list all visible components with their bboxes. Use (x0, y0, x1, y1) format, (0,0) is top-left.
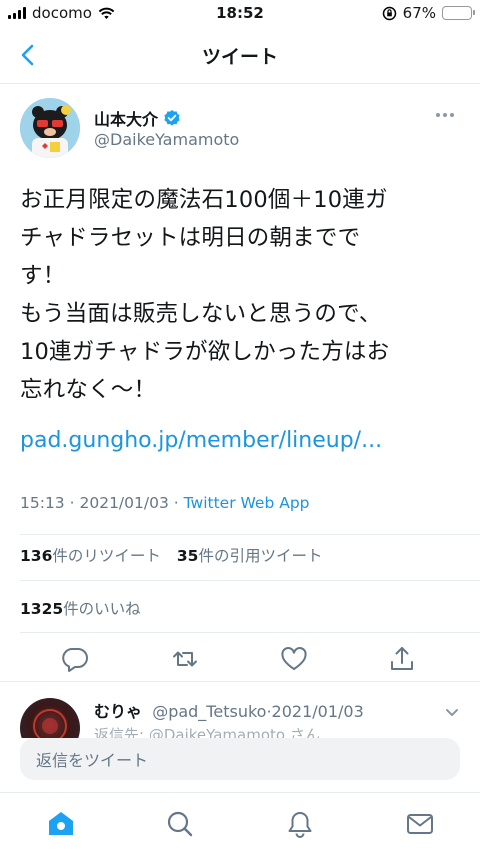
divider (20, 534, 480, 535)
tweet-actions (0, 638, 480, 678)
reply-handle[interactable]: @pad_Tetsuko (152, 702, 266, 721)
verified-badge-icon (164, 110, 180, 126)
share-icon[interactable] (387, 644, 417, 674)
tweet-source[interactable]: Twitter Web App (184, 494, 310, 512)
author-name: 山本大介 (94, 110, 159, 129)
tweet-time: 15:13 (20, 494, 65, 512)
author-name-row[interactable]: 山本大介 (94, 106, 181, 130)
retweets-stat[interactable]: 136件のリツイート (20, 544, 161, 566)
tweet-author: 山本大介 @DaikeYamamoto (20, 98, 460, 160)
quotes-label: 件の引用ツイート (198, 547, 323, 565)
notifications-icon[interactable] (285, 809, 315, 839)
reply-input-placeholder: 返信をツイート (36, 751, 149, 770)
tweet-link[interactable]: pad.gungho.jp/member/lineup/... (20, 428, 382, 453)
retweet-icon[interactable] (170, 644, 200, 674)
divider (20, 580, 480, 581)
status-right: 67% (382, 4, 475, 22)
likes-count: 1325 (20, 600, 64, 618)
reply-avatar[interactable] (20, 698, 80, 738)
page-title: ツイート (201, 46, 278, 68)
orientation-lock-icon (382, 6, 396, 20)
tweet-text: お正月限定の魔法石100個＋10連ガ チャドラセットは明日の朝までで す！ もう… (20, 187, 390, 403)
reply-date: 2021/01/03 (271, 702, 364, 721)
chevron-down-icon[interactable] (444, 704, 460, 720)
retweets-count: 136 (20, 547, 53, 565)
avatar[interactable] (20, 98, 80, 158)
battery-icon (442, 6, 475, 20)
avatar-image (20, 98, 80, 158)
more-options-icon[interactable] (436, 108, 460, 122)
retweet-stats: 136件のリツイート 35件の引用ツイート (20, 544, 322, 566)
reply-composer[interactable]: 返信をツイート (20, 738, 460, 780)
likes-label: 件のいいね (63, 600, 141, 618)
reply-preview[interactable]: むりゃ @pad_Tetsuko·2021/01/03 返信先: @DaikeY… (20, 690, 480, 738)
likes-stats: 1325件のいいね (20, 597, 141, 619)
author-handle[interactable]: @DaikeYamamoto (94, 130, 239, 149)
tweet-meta: 15:13 · 2021/01/03 · Twitter Web App (20, 494, 310, 512)
quotes-stat[interactable]: 35件の引用ツイート (177, 544, 323, 566)
reply-avatar-image (33, 709, 67, 738)
meta-separator-2: · (173, 494, 179, 512)
reply-author-name[interactable]: むりゃ (94, 702, 142, 721)
divider (20, 632, 480, 633)
status-bar: docomo 18:52 67% (0, 0, 480, 28)
home-icon[interactable] (46, 809, 76, 839)
tab-bar (0, 792, 480, 854)
meta-separator: · (69, 494, 75, 512)
divider (0, 681, 480, 682)
retweets-label: 件のリツイート (52, 547, 161, 565)
heart-icon[interactable] (279, 644, 309, 674)
reply-to-label: 返信先: @DaikeYamamoto さん (94, 726, 320, 738)
reply-header: むりゃ @pad_Tetsuko·2021/01/03 (94, 698, 364, 722)
reply-icon[interactable] (60, 644, 90, 674)
battery-percent: 67% (402, 4, 436, 22)
likes-stat[interactable]: 1325件のいいね (20, 597, 141, 619)
search-icon[interactable] (165, 809, 195, 839)
nav-bar: ツイート (0, 28, 480, 84)
quotes-count: 35 (176, 547, 199, 565)
messages-icon[interactable] (405, 809, 435, 839)
tweet-date: 2021/01/03 (79, 494, 169, 512)
